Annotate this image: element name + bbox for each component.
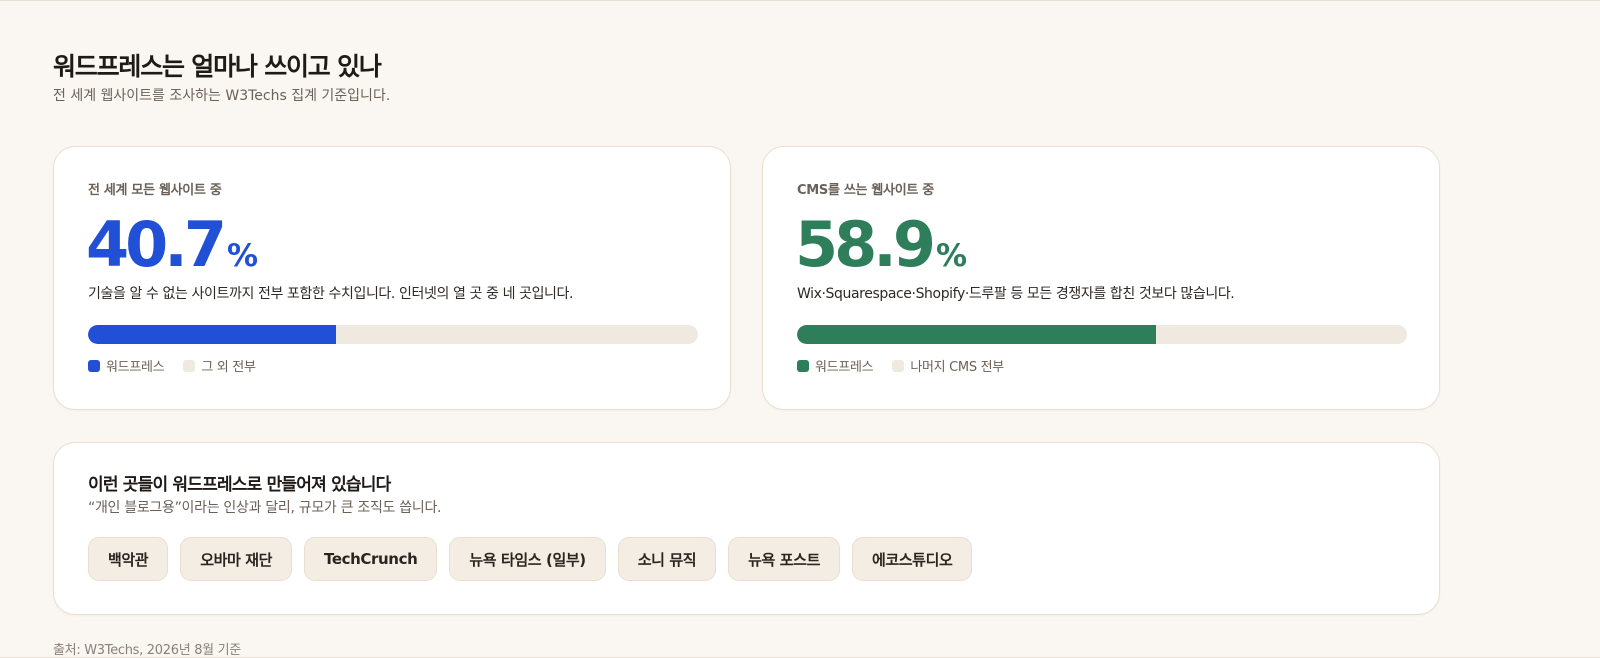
stat-value: 58.9% bbox=[795, 211, 967, 290]
legend-item-rest: 나머지 CMS 전부 bbox=[892, 356, 1004, 375]
legend-swatch bbox=[797, 359, 809, 372]
share-bar-fill bbox=[88, 325, 337, 344]
legend-swatch bbox=[88, 359, 100, 372]
site-chip[interactable]: 백악관 bbox=[88, 537, 169, 581]
legend-label: 워드프레스 bbox=[106, 360, 165, 375]
site-chip[interactable]: TechCrunch bbox=[304, 537, 438, 581]
site-chip[interactable]: 오바마 재단 bbox=[180, 537, 293, 581]
stat-number: 40.7 bbox=[86, 208, 227, 281]
stat-unit: % bbox=[935, 238, 968, 274]
notable-sites-card: 이런 곳들이 워드프레스로 만들어져 있습니다 “개인 블로그용”이라는 인상과… bbox=[53, 442, 1440, 615]
stat-number: 58.9 bbox=[795, 208, 936, 281]
top-divider bbox=[0, 0, 1600, 1]
legend: 워드프레스 그 외 전부 bbox=[88, 356, 275, 375]
share-bar-fill bbox=[797, 325, 1157, 344]
page-content: 워드프레스는 얼마나 쓰이고 있나 전 세계 웹사이트를 조사하는 W3Tech… bbox=[53, 50, 1440, 658]
card-description: 기술을 알 수 없는 사이트까지 전부 포함한 수치입니다. 인터넷의 열 곳 … bbox=[88, 286, 574, 302]
page-subtitle: 전 세계 웹사이트를 조사하는 W3Techs 집계 기준입니다. bbox=[53, 88, 391, 104]
card-label: 전 세계 모든 웹사이트 중 bbox=[88, 183, 222, 198]
legend-item-rest: 그 외 전부 bbox=[183, 356, 256, 375]
legend-label: 나머지 CMS 전부 bbox=[910, 360, 1004, 375]
site-chip[interactable]: 에코스튜디오 bbox=[851, 537, 973, 581]
card-description: Wix·Squarespace·Shopify·드루팔 등 모든 경쟁자를 합친… bbox=[797, 286, 1235, 302]
legend: 워드프레스 나머지 CMS 전부 bbox=[797, 356, 1023, 375]
all-websites-card: 전 세계 모든 웹사이트 중 40.7% 기술을 알 수 없는 사이트까지 전부… bbox=[53, 146, 731, 410]
share-bar bbox=[88, 325, 698, 344]
cms-websites-card: CMS를 쓰는 웹사이트 중 58.9% Wix·Squarespace·Sho… bbox=[762, 146, 1440, 410]
sites-subtitle: “개인 블로그용”이라는 인상과 달리, 규모가 큰 조직도 씁니다. bbox=[88, 500, 442, 516]
stat-value: 40.7% bbox=[86, 211, 258, 290]
page-title: 워드프레스는 얼마나 쓰이고 있나 bbox=[53, 52, 382, 81]
legend-swatch bbox=[183, 359, 196, 372]
legend-label: 그 외 전부 bbox=[201, 360, 256, 375]
card-label: CMS를 쓰는 웹사이트 중 bbox=[797, 183, 934, 198]
site-chip[interactable]: 뉴욕 포스트 bbox=[728, 537, 840, 581]
source-note: 출처: W3Techs, 2026년 8월 기준 bbox=[53, 643, 241, 658]
legend-item-wordpress: 워드프레스 bbox=[88, 356, 165, 375]
legend-item-wordpress: 워드프레스 bbox=[797, 356, 874, 375]
stat-unit: % bbox=[226, 238, 259, 274]
site-chips: 백악관 오바마 재단 TechCrunch 뉴욕 타임스 (일부) 소니 뮤직 … bbox=[88, 537, 973, 581]
stat-cards: 전 세계 모든 웹사이트 중 40.7% 기술을 알 수 없는 사이트까지 전부… bbox=[53, 146, 1440, 410]
sites-title: 이런 곳들이 워드프레스로 만들어져 있습니다 bbox=[88, 475, 391, 495]
share-bar bbox=[797, 325, 1407, 344]
legend-label: 워드프레스 bbox=[815, 360, 874, 375]
site-chip[interactable]: 소니 뮤직 bbox=[617, 537, 717, 581]
legend-swatch bbox=[892, 359, 905, 372]
site-chip[interactable]: 뉴욕 타임스 (일부) bbox=[449, 537, 606, 581]
